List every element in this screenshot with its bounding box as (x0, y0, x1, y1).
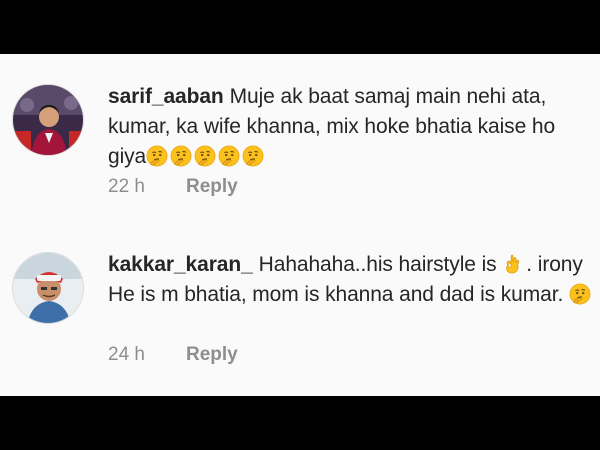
reply-button[interactable]: Reply (186, 344, 238, 365)
comment-body: kakkar_karan_ Hahahaha..his hairstyle is … (108, 250, 594, 310)
comment-meta: 24 h Reply (108, 344, 238, 366)
ok-hand-icon (502, 253, 524, 275)
comment-timestamp: 24 h (108, 344, 145, 365)
thinking-face-icon (569, 283, 591, 305)
comment-body: sarif_aaban Muje ak baat samaj main nehi … (108, 82, 594, 172)
thinking-face-icon (194, 145, 216, 167)
avatar[interactable] (12, 84, 84, 156)
avatar[interactable] (12, 252, 84, 324)
comment-timestamp: 22 h (108, 176, 145, 197)
thinking-face-icon (170, 145, 192, 167)
comment-meta: 22 h Reply (108, 176, 238, 198)
thinking-face-icon (218, 145, 240, 167)
thinking-face-icon (146, 145, 168, 167)
comment-text: Hahahaha..his hairstyle is (258, 253, 497, 276)
comment-section: sarif_aaban Muje ak baat samaj main nehi … (0, 54, 600, 396)
thinking-face-icon (242, 145, 264, 167)
comment-username[interactable]: kakkar_karan_ (108, 253, 253, 276)
reply-button[interactable]: Reply (186, 176, 238, 197)
comment-username[interactable]: sarif_aaban (108, 85, 224, 108)
